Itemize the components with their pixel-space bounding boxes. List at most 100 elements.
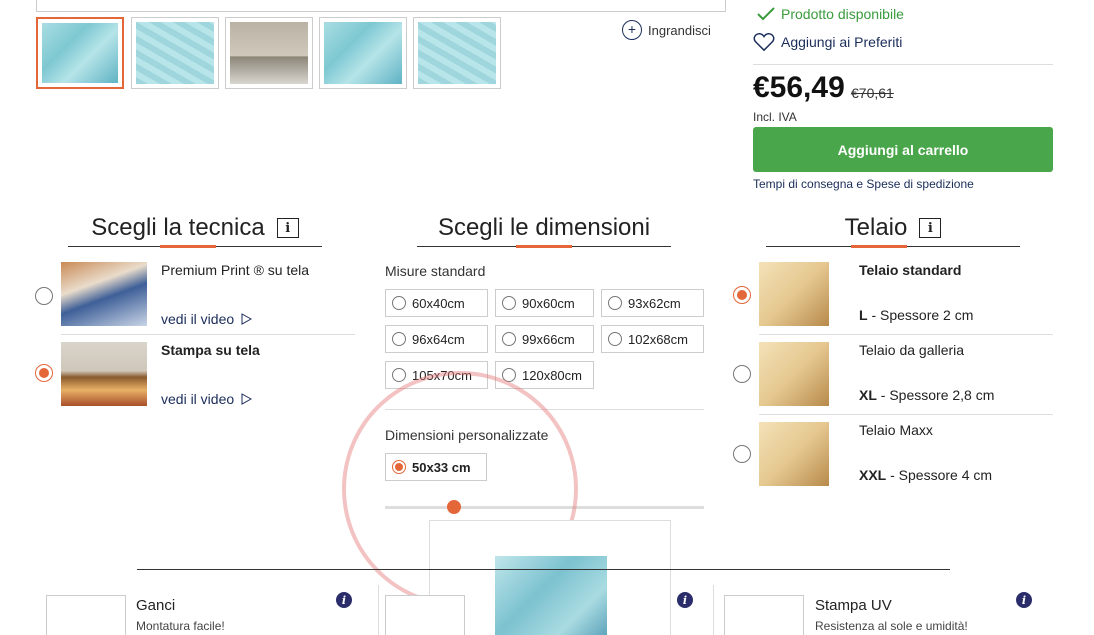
frame-size-code: XXL [859, 467, 887, 483]
size-option-93x62[interactable]: 93x62cm [601, 289, 704, 317]
vat-note: Incl. IVA [753, 110, 797, 124]
info-icon[interactable]: i [276, 218, 299, 238]
thumbnail-image [136, 22, 214, 84]
uv-image [724, 595, 804, 635]
frame-title-text: Telaio [844, 214, 908, 241]
zoom-label: Ingrandisci [648, 22, 711, 38]
frame-image-maxx [759, 422, 829, 486]
thumbnail-4[interactable] [319, 17, 407, 89]
play-icon [241, 393, 253, 405]
size-radio [392, 296, 406, 310]
frame-spec-gallery: XL - Spessore 2,8 cm [859, 387, 994, 403]
technique-radio-canvas[interactable] [35, 364, 53, 382]
frame-name-gallery: Telaio da galleria [859, 342, 965, 358]
size-label: 120x80cm [522, 367, 582, 383]
size-option-99x66[interactable]: 99x66cm [495, 325, 594, 353]
extra-subtitle: Montatura facile! [136, 619, 225, 633]
technique-title-text: Scegli la tecnica [91, 214, 265, 241]
standard-sizes-label: Misure standard [385, 263, 486, 279]
info-icon[interactable]: i [336, 592, 352, 608]
extra-card-uv[interactable]: Stampa UV Resistenza al sole e umidità! … [713, 585, 1053, 635]
frame-size-code: XL [859, 387, 877, 403]
info-icon[interactable]: i [677, 592, 693, 608]
play-icon [241, 313, 253, 325]
frame-spec-maxx: XXL - Spessore 4 cm [859, 467, 992, 483]
size-radio [392, 368, 406, 382]
frame-name-standard: Telaio standard [859, 262, 962, 278]
size-label: 90x60cm [522, 295, 575, 311]
extra-title: Stampa UV [815, 597, 892, 614]
zoom-in-icon: + [622, 20, 642, 40]
thumbnail-1[interactable] [36, 17, 124, 89]
dimensions-title: Scegli le dimensioni [437, 214, 651, 241]
frame-thickness: - Spessore 4 cm [886, 467, 993, 483]
thumbnail-3[interactable] [225, 17, 313, 89]
price: €56,49 [753, 71, 845, 104]
thumbnail-image [324, 22, 402, 84]
size-label: 60x40cm [412, 295, 465, 311]
divider [753, 64, 1053, 65]
heart-icon [753, 33, 775, 52]
extra-card-hooks[interactable]: Ganci Montatura facile! i [46, 585, 371, 635]
extra-title: Ganci [136, 597, 176, 614]
technique-radio-premium[interactable] [35, 287, 53, 305]
info-icon[interactable]: i [919, 218, 942, 238]
technique-name-premium: Premium Print ® su tela [161, 262, 310, 278]
size-radio [502, 296, 516, 310]
extra-card-2[interactable]: i [378, 585, 703, 635]
frame-thickness: - Spessore 2,8 cm [876, 387, 995, 403]
size-radio [502, 332, 516, 346]
frame-thickness: - Spessore 2 cm [867, 307, 974, 323]
video-link-premium[interactable]: vedi il video [161, 311, 253, 327]
zoom-button[interactable]: + Ingrandisci [622, 20, 711, 40]
technique-image-canvas [61, 342, 147, 406]
thumbnail-2[interactable] [131, 17, 219, 89]
frame-image-gallery [759, 342, 829, 406]
add-to-cart-button[interactable]: Aggiungi al carrello [753, 127, 1053, 172]
title-accent [851, 245, 907, 248]
size-option-60x40[interactable]: 60x40cm [385, 289, 488, 317]
size-label: 93x62cm [628, 295, 681, 311]
title-accent [516, 245, 572, 248]
technique-name-canvas: Stampa su tela [161, 342, 260, 358]
checkmark-icon [757, 7, 775, 21]
divider [759, 414, 1053, 415]
shipping-link[interactable]: Tempi di consegna e Spese di spedizione [753, 177, 974, 191]
size-radio [608, 296, 622, 310]
info-icon[interactable]: i [1016, 592, 1032, 608]
size-label: 99x66cm [522, 331, 575, 347]
divider [61, 334, 355, 335]
video-link-canvas[interactable]: vedi il video [161, 391, 253, 407]
thumbnail-5[interactable] [413, 17, 501, 89]
frame-name-maxx: Telaio Maxx [859, 422, 933, 438]
video-link-text: vedi il video [161, 311, 235, 327]
size-label: 96x64cm [412, 331, 465, 347]
frame-spec-standard: L - Spessore 2 cm [859, 307, 973, 323]
size-option-102x68[interactable]: 102x68cm [601, 325, 704, 353]
section-divider [137, 569, 950, 570]
hooks-image [46, 595, 126, 635]
favorites-label: Aggiungi ai Preferiti [781, 34, 903, 50]
extra-image [385, 595, 465, 635]
old-price: €70,61 [851, 85, 894, 101]
title-accent [160, 245, 216, 248]
frame-title: Telaio i [766, 214, 1020, 242]
size-radio [608, 332, 622, 346]
size-option-96x64[interactable]: 96x64cm [385, 325, 488, 353]
frame-size-code: L [859, 307, 868, 323]
video-link-text: vedi il video [161, 391, 235, 407]
frame-radio-standard[interactable] [733, 286, 751, 304]
frame-radio-maxx[interactable] [733, 445, 751, 463]
size-option-90x60[interactable]: 90x60cm [495, 289, 594, 317]
size-radio [392, 332, 406, 346]
size-label: 102x68cm [628, 331, 688, 347]
main-image-frame [36, 0, 726, 12]
thumbnail-image [230, 22, 308, 84]
availability-status: Prodotto disponibile [757, 6, 904, 22]
availability-text: Prodotto disponibile [781, 6, 904, 22]
divider [759, 334, 1053, 335]
frame-radio-gallery[interactable] [733, 365, 751, 383]
extra-subtitle: Resistenza al sole e umidità! [815, 619, 968, 633]
technique-image-premium [61, 262, 147, 326]
add-to-favorites[interactable]: Aggiungi ai Preferiti [753, 32, 902, 52]
